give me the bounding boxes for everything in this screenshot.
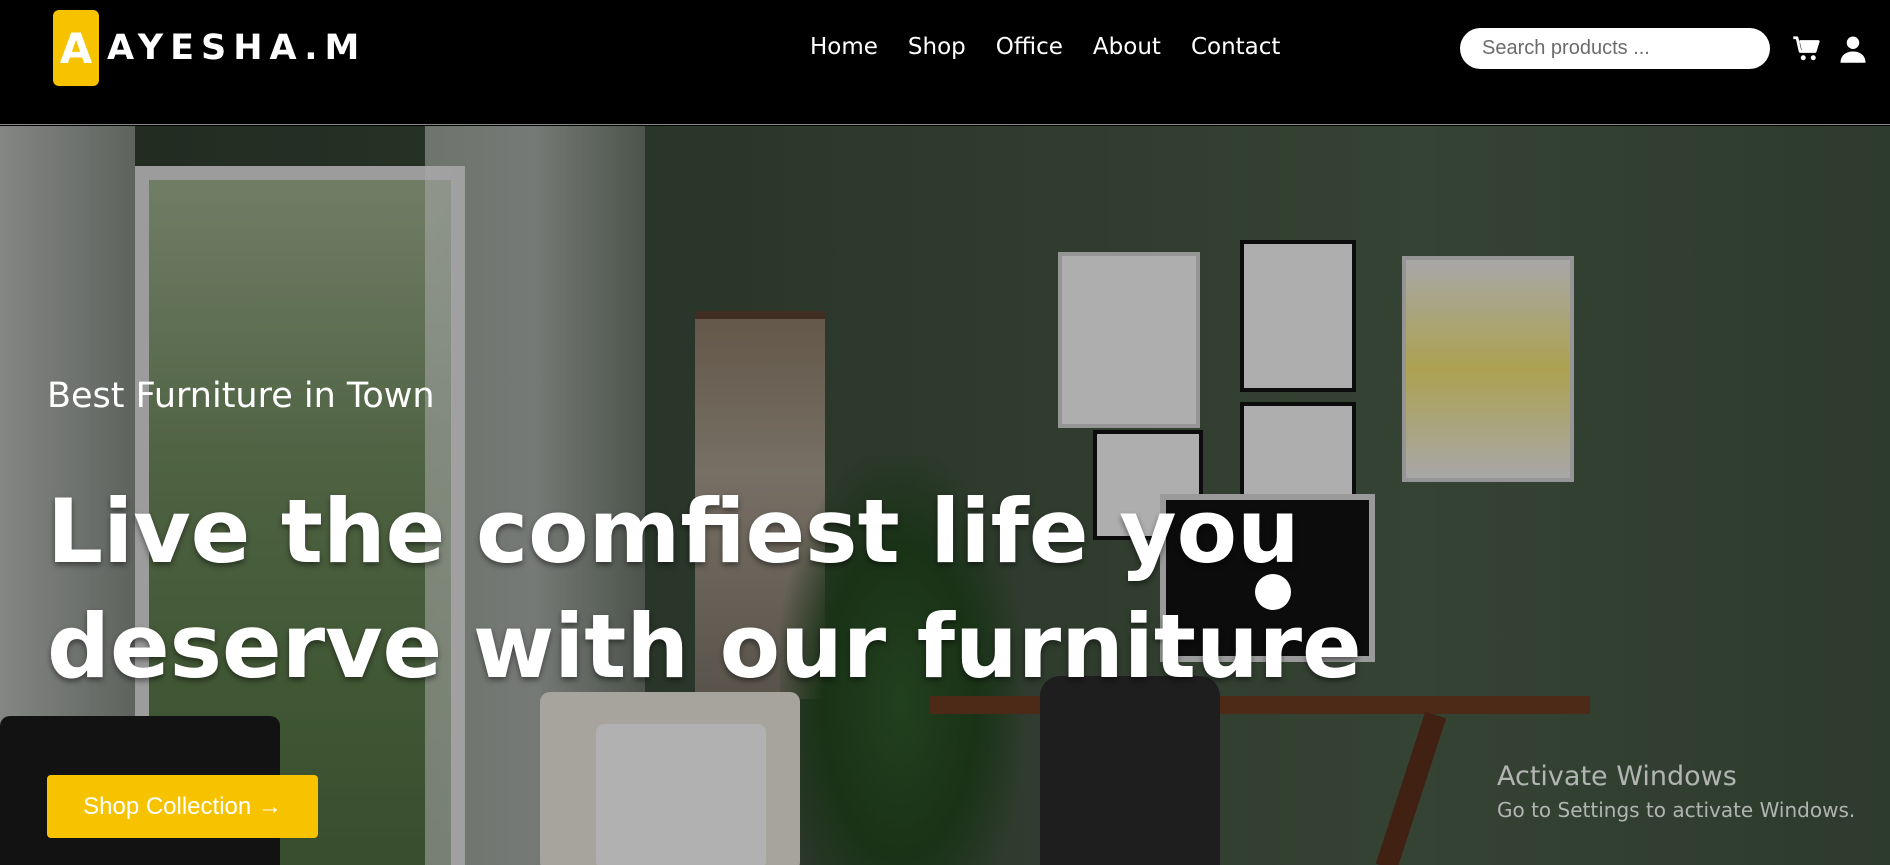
hero-headline-line2: deserve with our furniture [47,595,1362,698]
nav-contact[interactable]: Contact [1191,34,1280,60]
hero-tagline: Best Furniture in Town [47,376,435,416]
hero-section: Best Furniture in Town Live the comfiest… [0,126,1890,865]
hero-headline-line1: Live the comfiest life you [47,480,1300,583]
watermark-subtitle: Go to Settings to activate Windows. [1497,798,1856,822]
user-icon[interactable] [1838,34,1868,64]
nav-home[interactable]: Home [810,34,878,60]
hero-headline: Live the comfiest life you deserve with … [47,474,1447,704]
logo[interactable]: A AYESHA.M [53,10,366,86]
logo-text: AYESHA.M [107,28,367,68]
windows-activation-watermark: Activate Windows Go to Settings to activ… [1497,761,1855,822]
site-header: A AYESHA.M Home Shop Office About Contac… [0,0,1890,125]
shop-collection-button[interactable]: Shop Collection → [47,775,318,838]
nav-office[interactable]: Office [996,34,1063,60]
watermark-title: Activate Windows [1497,761,1737,792]
main-nav: Home Shop Office About Contact [810,34,1280,60]
nav-about[interactable]: About [1093,34,1161,60]
logo-badge: A [53,10,99,86]
cursor-dot [1255,574,1291,610]
search-input[interactable] [1460,28,1770,69]
cart-icon[interactable] [1792,34,1822,64]
nav-shop[interactable]: Shop [908,34,966,60]
